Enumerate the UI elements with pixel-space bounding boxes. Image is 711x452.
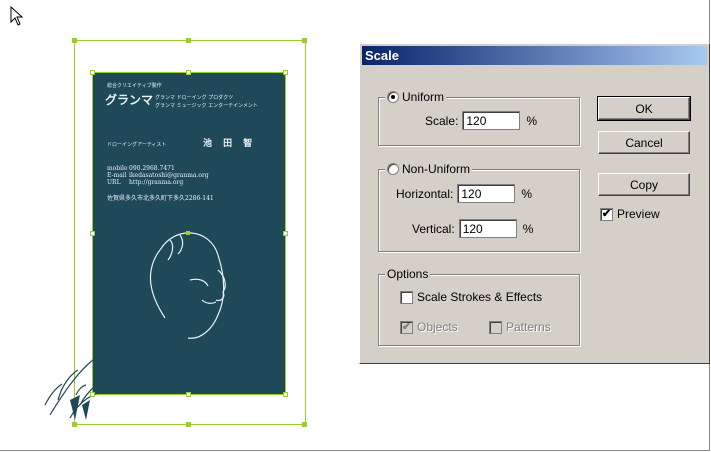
ok-button[interactable]: OK xyxy=(597,96,691,121)
resize-handle[interactable] xyxy=(283,70,288,75)
card-brand-line1: グランマ ドローイング プロダクツ xyxy=(155,95,234,101)
resize-handle[interactable] xyxy=(283,231,288,236)
objects-option[interactable]: ✔ Objects xyxy=(400,320,458,334)
objects-label: Objects xyxy=(417,320,458,334)
cancel-button[interactable]: Cancel xyxy=(598,131,690,154)
scale-strokes-option[interactable]: Scale Strokes & Effects xyxy=(400,290,542,304)
resize-handle[interactable] xyxy=(90,231,95,236)
resize-handle[interactable] xyxy=(72,38,77,43)
preview-label: Preview xyxy=(617,207,660,221)
arrow-cursor-icon xyxy=(10,6,24,26)
card-contacts: mobile 090.2968.7471 E-mail ikedasatoshi… xyxy=(107,166,209,186)
horizontal-label: Horizontal: xyxy=(396,186,454,201)
non-uniform-option[interactable]: Non-Uniform xyxy=(385,162,473,176)
dialog-titlebar[interactable]: Scale xyxy=(362,46,707,65)
non-uniform-group: Non-Uniform Horizontal: % Vertical: % xyxy=(378,162,580,252)
options-label: Options xyxy=(387,267,429,281)
non-uniform-label: Non-Uniform xyxy=(402,162,471,176)
resize-handle[interactable] xyxy=(283,392,288,397)
dialog-title: Scale xyxy=(365,48,399,63)
resize-handle[interactable] xyxy=(186,38,191,43)
patterns-option[interactable]: Patterns xyxy=(489,320,551,334)
resize-handle[interactable] xyxy=(186,422,191,427)
vertical-unit: % xyxy=(522,221,534,236)
contact-row-url: URL http://granma.org xyxy=(107,180,209,186)
options-legend: Options xyxy=(385,267,431,281)
horizontal-input[interactable] xyxy=(457,184,516,203)
resize-handle[interactable] xyxy=(302,38,307,43)
non-uniform-radio[interactable] xyxy=(387,163,399,175)
horizontal-row: Horizontal: % xyxy=(396,184,532,203)
resize-handle[interactable] xyxy=(90,70,95,75)
contact-value: http://granma.org xyxy=(129,179,184,186)
patterns-checkbox[interactable] xyxy=(489,320,502,334)
scale-label: Scale: xyxy=(425,113,459,128)
scale-strokes-label: Scale Strokes & Effects xyxy=(417,290,543,304)
scale-input[interactable] xyxy=(462,111,521,130)
copy-button[interactable]: Copy xyxy=(598,173,690,196)
objects-checkbox[interactable]: ✔ xyxy=(400,320,413,334)
uniform-option[interactable]: Uniform xyxy=(385,90,447,104)
uniform-group: Uniform Scale: % xyxy=(378,90,580,146)
preview-option[interactable]: ✔ Preview xyxy=(600,207,660,221)
uniform-radio[interactable] xyxy=(387,91,399,103)
vertical-input[interactable] xyxy=(458,219,517,238)
scale-unit: % xyxy=(526,113,538,128)
patterns-label: Patterns xyxy=(506,320,551,334)
portrait-illustration xyxy=(44,232,226,420)
scale-dialog: Scale Uniform Scale: % Non-Uniform Horiz… xyxy=(359,43,710,364)
resize-handle[interactable] xyxy=(72,422,77,427)
card-name: 池 田 智 xyxy=(203,139,257,149)
vertical-row: Vertical: % xyxy=(412,219,533,238)
options-group: Options Scale Strokes & Effects ✔ Object… xyxy=(378,267,580,346)
center-point xyxy=(186,231,190,235)
card-role: ドローイングアーティスト xyxy=(107,142,167,148)
resize-handle[interactable] xyxy=(186,392,191,397)
preview-checkbox[interactable]: ✔ xyxy=(600,207,613,221)
scale-strokes-checkbox[interactable] xyxy=(400,290,413,304)
resize-handle[interactable] xyxy=(90,392,95,397)
contact-label: URL xyxy=(107,179,121,186)
scale-row: Scale: % xyxy=(425,111,537,130)
uniform-label: Uniform xyxy=(402,90,445,104)
resize-handle[interactable] xyxy=(302,422,307,427)
card-brand: グランマ xyxy=(105,93,154,107)
card-company-small: 総合クリエイティブ製作 xyxy=(107,83,162,89)
card-brand-line2: グランマ ミュージック エンターテインメント xyxy=(155,103,258,109)
horizontal-unit: % xyxy=(521,186,533,201)
resize-handle[interactable] xyxy=(186,70,191,75)
vertical-label: Vertical: xyxy=(412,221,455,236)
